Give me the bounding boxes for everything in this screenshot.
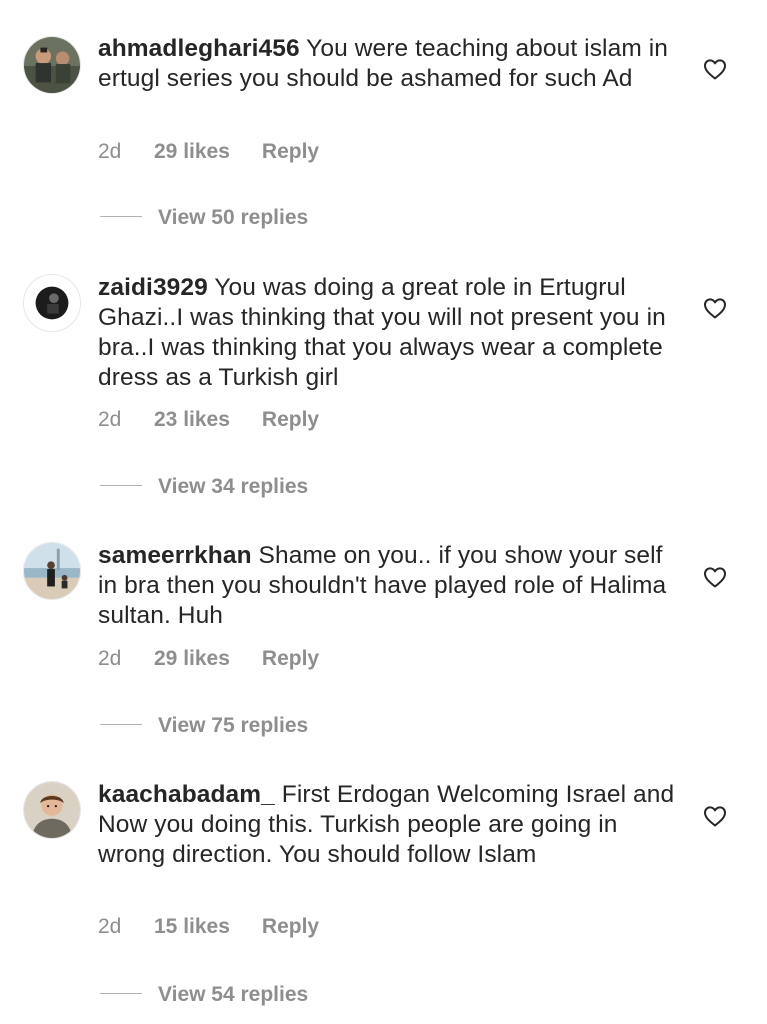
comment-meta: 2d 23 likes Reply bbox=[98, 407, 319, 433]
comments-list: ahmadleghari456 You were teaching about … bbox=[0, 0, 767, 1024]
comment-username[interactable]: kaachabadam_ bbox=[98, 781, 275, 808]
reply-button[interactable]: Reply bbox=[262, 407, 319, 433]
comment-username[interactable]: ahmadleghari456 bbox=[98, 35, 300, 62]
comment-time: 2d bbox=[98, 140, 122, 163]
comment-meta: 2d 29 likes Reply bbox=[98, 646, 319, 672]
comment-time: 2d bbox=[98, 408, 122, 431]
avatar[interactable] bbox=[23, 781, 81, 839]
comment-text: ahmadleghari456 You were teaching about … bbox=[98, 34, 683, 94]
reply-button[interactable]: Reply bbox=[262, 914, 319, 940]
view-replies-label[interactable]: View 75 replies bbox=[158, 714, 308, 737]
view-replies-label[interactable]: View 50 replies bbox=[158, 206, 308, 229]
view-replies-button[interactable]: View 50 replies bbox=[100, 205, 308, 231]
avatar[interactable] bbox=[23, 542, 81, 600]
heart-outline-icon[interactable] bbox=[703, 58, 727, 80]
comment-time: 2d bbox=[98, 915, 122, 938]
comment-time: 2d bbox=[98, 647, 122, 670]
heart-outline-icon[interactable] bbox=[703, 805, 727, 827]
heart-outline-icon[interactable] bbox=[703, 566, 727, 588]
comment-text: zaidi3929 You was doing a great role in … bbox=[98, 273, 683, 393]
replies-divider bbox=[100, 215, 142, 217]
comment-meta: 2d 29 likes Reply bbox=[98, 139, 319, 165]
comment-text: kaachabadam_ First Erdogan Welcoming Isr… bbox=[98, 780, 683, 870]
comment-username[interactable]: sameerrkhan bbox=[98, 542, 252, 569]
comment-meta: 2d 15 likes Reply bbox=[98, 914, 319, 940]
heart-outline-icon[interactable] bbox=[703, 297, 727, 319]
view-replies-button[interactable]: View 54 replies bbox=[100, 982, 308, 1008]
replies-divider bbox=[100, 723, 142, 725]
view-replies-button[interactable]: View 34 replies bbox=[100, 474, 308, 500]
comment-username[interactable]: zaidi3929 bbox=[98, 274, 208, 301]
comment-likes[interactable]: 15 likes bbox=[154, 914, 230, 940]
replies-divider bbox=[100, 484, 142, 486]
view-replies-button[interactable]: View 75 replies bbox=[100, 713, 308, 739]
view-replies-label[interactable]: View 34 replies bbox=[158, 475, 308, 498]
view-replies-label[interactable]: View 54 replies bbox=[158, 983, 308, 1006]
comment-likes[interactable]: 29 likes bbox=[154, 646, 230, 672]
avatar[interactable] bbox=[23, 274, 81, 332]
comment-likes[interactable]: 23 likes bbox=[154, 407, 230, 433]
replies-divider bbox=[100, 992, 142, 994]
reply-button[interactable]: Reply bbox=[262, 646, 319, 672]
comment-text: sameerrkhan Shame on you.. if you show y… bbox=[98, 541, 683, 631]
reply-button[interactable]: Reply bbox=[262, 139, 319, 165]
avatar[interactable] bbox=[23, 36, 81, 94]
comment-likes[interactable]: 29 likes bbox=[154, 139, 230, 165]
